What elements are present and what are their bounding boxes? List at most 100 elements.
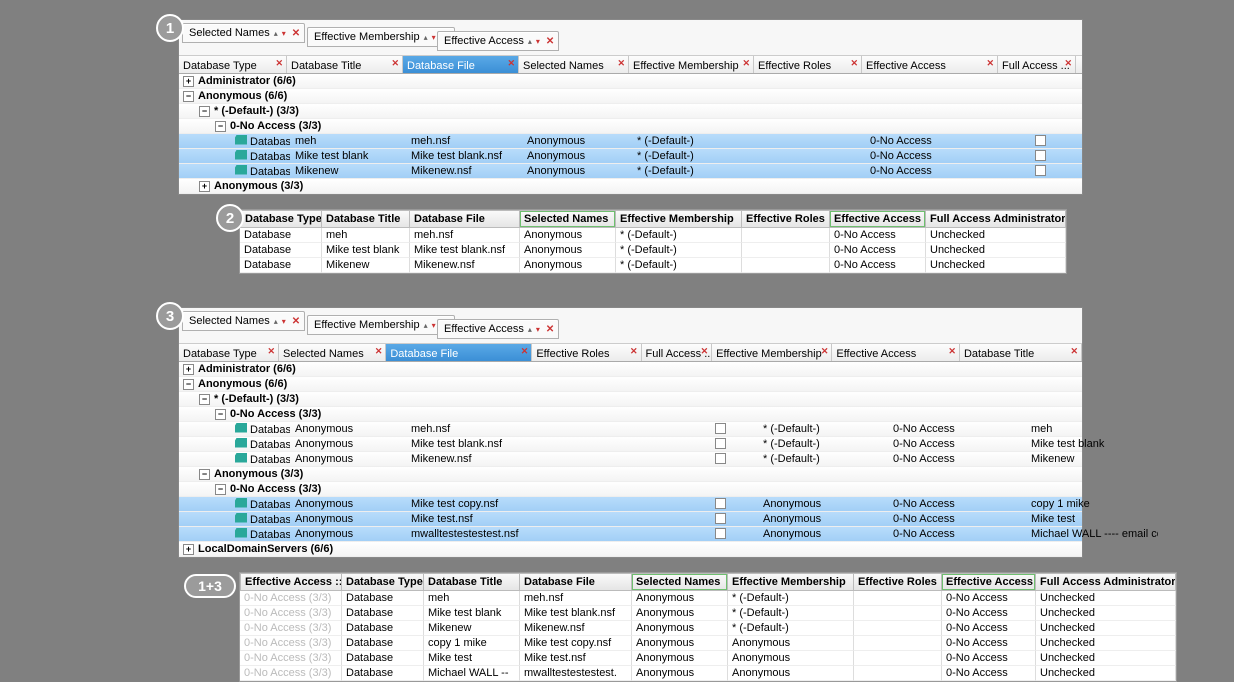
table-column-header[interactable]: Full Access Administrator — [1036, 573, 1176, 591]
sort-asc-icon[interactable]: ▴ — [274, 29, 278, 38]
collapse-icon[interactable]: − — [199, 106, 210, 117]
remove-column-icon[interactable]: ✕ — [701, 346, 709, 357]
column-header[interactable]: Database File✕ — [386, 344, 532, 361]
group-tab[interactable]: Effective Access▴▾✕ — [437, 319, 559, 339]
column-header[interactable]: Selected Names✕ — [519, 56, 629, 73]
group-tab[interactable]: Selected Names▴▾✕ — [182, 23, 305, 43]
expand-icon[interactable]: + — [183, 364, 194, 375]
tree-group-row[interactable]: −Anonymous (3/3) — [179, 467, 1082, 482]
close-icon[interactable]: ✕ — [292, 28, 300, 39]
table-column-header[interactable]: Effective Roles — [742, 210, 830, 228]
tree-data-row[interactable]: DatabasAnonymousMike test blank.nsf* (-D… — [179, 437, 1082, 452]
expand-icon[interactable]: + — [183, 76, 194, 87]
table-column-header[interactable]: Database Title — [424, 573, 520, 591]
remove-column-icon[interactable]: ✕ — [267, 346, 275, 357]
sort-asc-icon[interactable]: ▴ — [274, 317, 278, 326]
column-header[interactable]: Database Type✕ — [179, 56, 287, 73]
tree-group-row[interactable]: +Administrator (6/6) — [179, 74, 1082, 89]
group-tab[interactable]: Effective Membership▴▾✕ — [307, 315, 455, 335]
close-icon[interactable]: ✕ — [292, 316, 300, 327]
tree-data-row[interactable]: Databasmehmeh.nsfAnonymous* (-Default-)0… — [179, 134, 1082, 149]
tree-group-row[interactable]: −Anonymous (6/6) — [179, 377, 1082, 392]
table-column-header[interactable]: Database File — [520, 573, 632, 591]
table-row[interactable]: 0-No Access (3/3)DatabaseMike test blank… — [240, 606, 1176, 621]
table-row[interactable]: 0-No Access (3/3)DatabaseMikenewMikenew.… — [240, 621, 1176, 636]
remove-column-icon[interactable]: ✕ — [948, 346, 956, 357]
tree-data-row[interactable]: DatabasAnonymousMike test.nsfAnonymous0-… — [179, 512, 1082, 527]
tree-data-row[interactable]: DatabasAnonymousmwalltestestestest.nsfAn… — [179, 527, 1082, 542]
column-header[interactable]: Database Title✕ — [287, 56, 403, 73]
collapse-icon[interactable]: − — [215, 484, 226, 495]
tree-data-row[interactable]: DatabasMikenewMikenew.nsfAnonymous* (-De… — [179, 164, 1082, 179]
checkbox[interactable] — [715, 453, 726, 464]
sort-desc-icon[interactable]: ▾ — [282, 29, 286, 38]
sort-asc-icon[interactable]: ▴ — [528, 325, 532, 334]
close-icon[interactable]: ✕ — [546, 324, 554, 335]
sort-asc-icon[interactable]: ▴ — [424, 321, 428, 330]
column-header[interactable]: Effective Membership✕ — [712, 344, 832, 361]
column-header[interactable]: Effective Access✕ — [832, 344, 960, 361]
sort-desc-icon[interactable]: ▾ — [432, 321, 436, 330]
column-header[interactable]: Full Access ...✕ — [998, 56, 1076, 73]
column-header[interactable]: Effective Roles✕ — [754, 56, 862, 73]
table-column-header[interactable]: Effective Access :: — [240, 573, 342, 591]
remove-column-icon[interactable]: ✕ — [1064, 58, 1072, 69]
column-header[interactable]: Database Type✕ — [179, 344, 279, 361]
checkbox[interactable] — [1035, 150, 1046, 161]
checkbox[interactable] — [1035, 165, 1046, 176]
table-column-header[interactable]: Database Title — [322, 210, 410, 228]
remove-column-icon[interactable]: ✕ — [821, 346, 829, 357]
sort-desc-icon[interactable]: ▾ — [536, 325, 540, 334]
checkbox[interactable] — [715, 498, 726, 509]
table-column-header[interactable]: Effective Membership — [728, 573, 854, 591]
checkbox[interactable] — [715, 513, 726, 524]
column-header[interactable]: Effective Membership✕ — [629, 56, 754, 73]
column-header[interactable]: Selected Names✕ — [279, 344, 386, 361]
remove-column-icon[interactable]: ✕ — [742, 58, 750, 69]
tree-data-row[interactable]: DatabasAnonymousmeh.nsf* (-Default-)0-No… — [179, 422, 1082, 437]
remove-column-icon[interactable]: ✕ — [630, 346, 638, 357]
sort-asc-icon[interactable]: ▴ — [424, 33, 428, 42]
collapse-icon[interactable]: − — [183, 379, 194, 390]
table-column-header[interactable]: Effective Access — [830, 210, 926, 228]
tree-group-row[interactable]: +Administrator (6/6) — [179, 362, 1082, 377]
remove-column-icon[interactable]: ✕ — [391, 58, 399, 69]
tree-group-row[interactable]: −0-No Access (3/3) — [179, 482, 1082, 497]
remove-column-icon[interactable]: ✕ — [850, 58, 858, 69]
sort-desc-icon[interactable]: ▾ — [282, 317, 286, 326]
tree-group-row[interactable]: −* (-Default-) (3/3) — [179, 392, 1082, 407]
group-tab[interactable]: Effective Access▴▾✕ — [437, 31, 559, 51]
tree-group-row[interactable]: −0-No Access (3/3) — [179, 119, 1082, 134]
group-tab[interactable]: Effective Membership▴▾✕ — [307, 27, 455, 47]
collapse-icon[interactable]: − — [199, 394, 210, 405]
sort-desc-icon[interactable]: ▾ — [432, 33, 436, 42]
table-column-header[interactable]: Effective Access — [942, 573, 1036, 591]
remove-column-icon[interactable]: ✕ — [375, 346, 383, 357]
column-header[interactable]: Database File✕ — [403, 56, 519, 73]
table-column-header[interactable]: Full Access Administrator — [926, 210, 1066, 228]
table-column-header[interactable]: Database Type — [240, 210, 322, 228]
remove-column-icon[interactable]: ✕ — [1070, 346, 1078, 357]
table-column-header[interactable]: Database File — [410, 210, 520, 228]
tree-group-row[interactable]: −* (-Default-) (3/3) — [179, 104, 1082, 119]
table-row[interactable]: 0-No Access (3/3)DatabaseMichael WALL --… — [240, 666, 1176, 681]
remove-column-icon[interactable]: ✕ — [521, 346, 529, 357]
close-icon[interactable]: ✕ — [546, 36, 554, 47]
remove-column-icon[interactable]: ✕ — [986, 58, 994, 69]
tree-data-row[interactable]: DatabasAnonymousMikenew.nsf* (-Default-)… — [179, 452, 1082, 467]
collapse-icon[interactable]: − — [183, 91, 194, 102]
table-column-header[interactable]: Selected Names — [520, 210, 616, 228]
table-column-header[interactable]: Effective Membership — [616, 210, 742, 228]
remove-column-icon[interactable]: ✕ — [617, 58, 625, 69]
table-column-header[interactable]: Selected Names — [632, 573, 728, 591]
checkbox[interactable] — [715, 528, 726, 539]
checkbox[interactable] — [715, 438, 726, 449]
checkbox[interactable] — [1035, 135, 1046, 146]
column-header[interactable]: Effective Roles✕ — [532, 344, 641, 361]
table-column-header[interactable]: Effective Roles — [854, 573, 942, 591]
collapse-icon[interactable]: − — [215, 121, 226, 132]
table-row[interactable]: Databasemehmeh.nsfAnonymous* (-Default-)… — [240, 228, 1066, 243]
tree-data-row[interactable]: DatabasAnonymousMike test copy.nsfAnonym… — [179, 497, 1082, 512]
tree-group-row[interactable]: +Anonymous (3/3) — [179, 179, 1082, 194]
expand-icon[interactable]: + — [183, 544, 194, 555]
